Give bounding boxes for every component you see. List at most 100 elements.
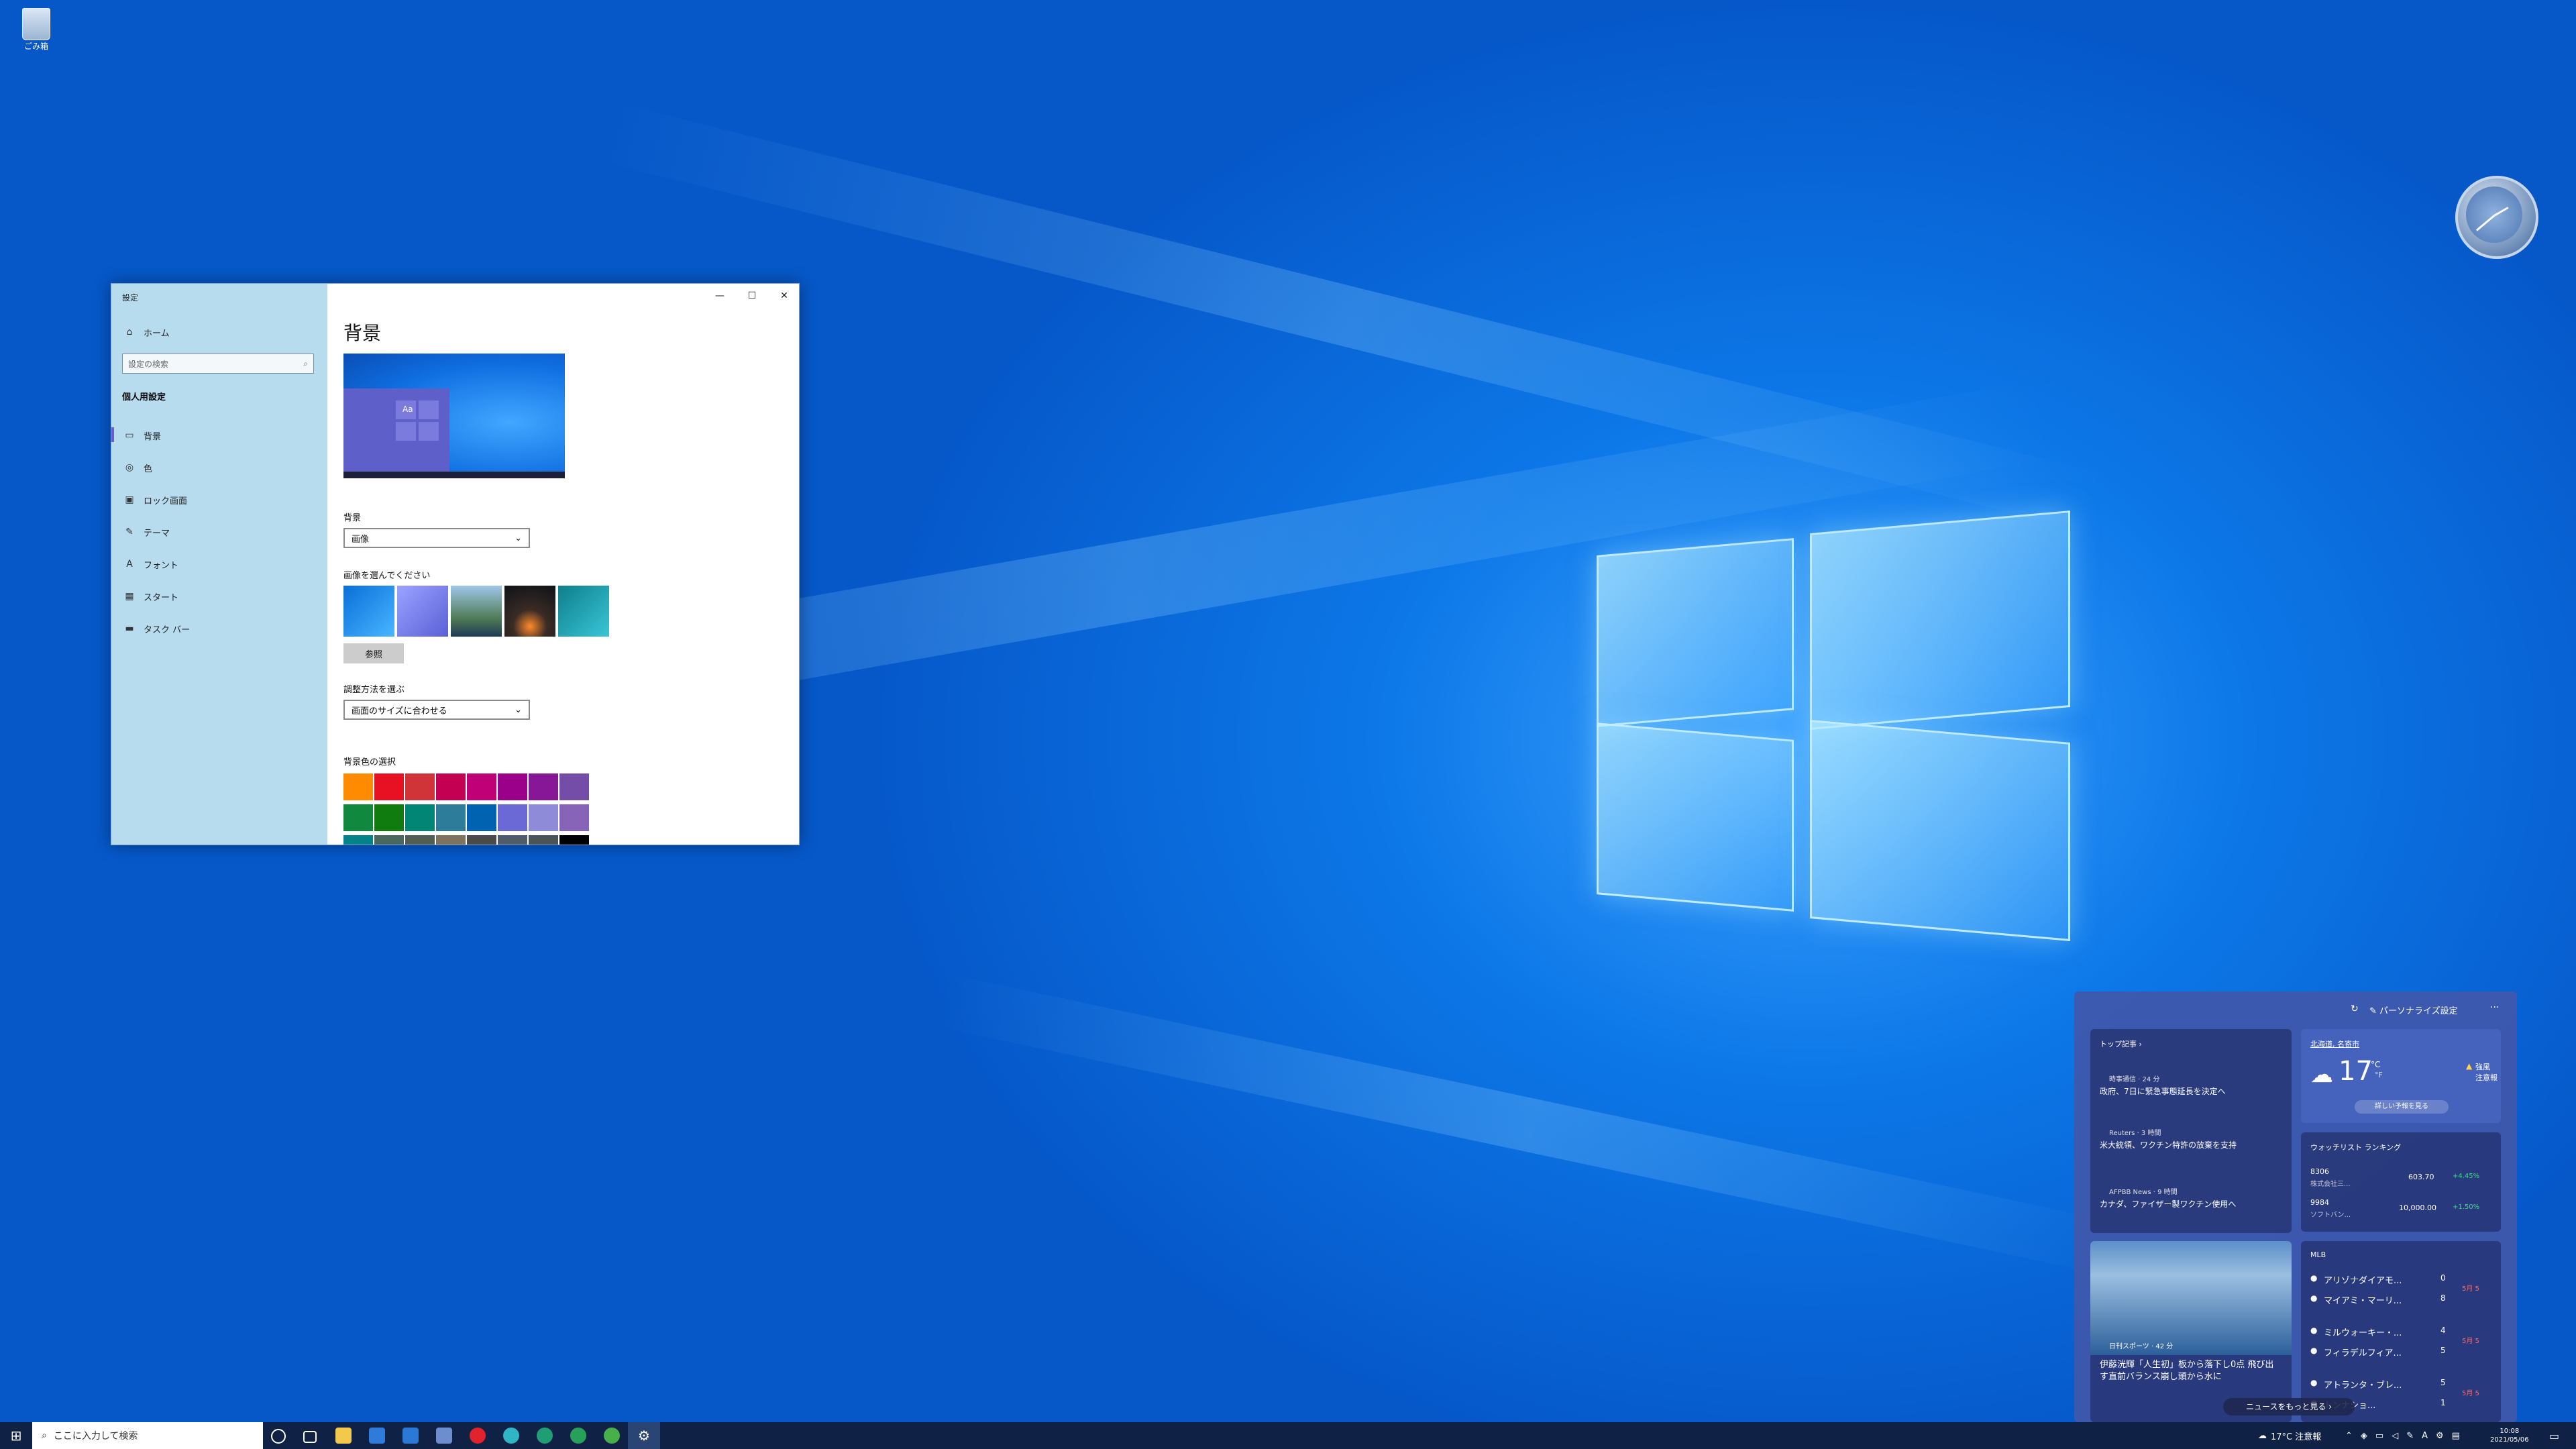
preview-aa-label: Aa: [402, 405, 413, 414]
picture-thumb-3[interactable]: [451, 586, 502, 637]
start-button[interactable]: ⊞: [0, 1422, 32, 1449]
color-swatch[interactable]: [467, 804, 496, 831]
color-swatch[interactable]: [405, 773, 435, 800]
preview-taskbar: [343, 472, 565, 478]
clock-gadget[interactable]: [2455, 176, 2538, 259]
taskbar-search-input[interactable]: ⌕ ここに入力して検索: [32, 1422, 263, 1449]
mail-icon[interactable]: [402, 1428, 419, 1444]
color-swatch[interactable]: [343, 804, 373, 831]
recycle-bin[interactable]: ごみ箱: [16, 8, 56, 52]
team-score: 0: [2440, 1273, 2446, 1283]
settings-icon[interactable]: ⚙: [2436, 1431, 2444, 1441]
color-swatch[interactable]: [467, 835, 496, 845]
color-swatch[interactable]: [343, 835, 373, 845]
weather-location[interactable]: 北海道, 名寄市: [2310, 1038, 2359, 1049]
team-logo-icon: ●: [2310, 1326, 2318, 1335]
picture-thumb-4[interactable]: [504, 586, 555, 637]
forecast-button[interactable]: 詳しい予報を見る: [2355, 1100, 2449, 1114]
clock-face: [2466, 186, 2522, 243]
weather-unit[interactable]: °C: [2371, 1060, 2380, 1069]
edge-icon[interactable]: [503, 1428, 519, 1444]
sidebar-item-start[interactable]: ▦ スタート: [123, 584, 178, 608]
store-icon[interactable]: [369, 1428, 385, 1444]
color-swatch[interactable]: [529, 835, 558, 845]
sidebar-item-fonts[interactable]: A フォント: [123, 552, 178, 576]
color-swatch[interactable]: [498, 835, 527, 845]
color-swatch[interactable]: [498, 773, 527, 800]
edge-dev-icon[interactable]: [570, 1428, 586, 1444]
clock-tray[interactable]: 10:08 2021/05/06: [2490, 1422, 2529, 1449]
watchlist-title: ウォッチリスト ランキング: [2310, 1143, 2402, 1152]
more-options-icon[interactable]: ···: [2490, 1002, 2499, 1013]
opera-icon[interactable]: [470, 1428, 486, 1444]
volume-icon[interactable]: ◁: [2392, 1431, 2398, 1441]
color-swatch[interactable]: [343, 773, 373, 800]
story-headline[interactable]: 米大統領、ワクチン特許の放棄を支持: [2100, 1139, 2281, 1150]
color-swatch[interactable]: [559, 773, 589, 800]
pen-icon[interactable]: ✎: [2406, 1431, 2414, 1441]
maximize-button[interactable]: ☐: [737, 288, 767, 304]
color-swatch[interactable]: [405, 835, 435, 845]
ime-icon[interactable]: A: [2422, 1431, 2428, 1441]
chevron-up-icon[interactable]: ⌃: [2345, 1431, 2353, 1441]
color-swatch[interactable]: [529, 773, 558, 800]
notification-icon[interactable]: ▭: [2549, 1422, 2559, 1449]
weather-temp: 17: [2339, 1056, 2373, 1087]
minimize-button[interactable]: —: [705, 288, 735, 304]
color-swatch[interactable]: [436, 773, 466, 800]
cortana-icon[interactable]: [271, 1429, 286, 1444]
edge-beta-icon[interactable]: [537, 1428, 553, 1444]
news-panel: ↻ ✎ パーソナライズ設定 ··· トップ記事 › 時事通信 · 24 分 政府…: [2074, 991, 2517, 1422]
photo-story-card[interactable]: 日刊スポーツ · 42 分 伊藤洸輝「人生初」板から落下し0点 飛び出す直前バラ…: [2090, 1241, 2292, 1422]
weather-unit-alt[interactable]: °F: [2375, 1071, 2383, 1079]
recycle-bin-icon: [22, 8, 50, 40]
mlb-card: MLB ● アリゾナダイアモ... 0 ● マイアミ・マーリ... 8 5月 5 ● ミルウォー…: [2301, 1241, 2501, 1422]
close-button[interactable]: ✕: [769, 288, 799, 304]
team-score: 5: [2440, 1346, 2446, 1355]
network-icon[interactable]: ▭: [2375, 1431, 2383, 1441]
sidebar-item-label: テーマ: [144, 528, 170, 539]
edge-canary-icon[interactable]: [604, 1428, 620, 1444]
input-icon[interactable]: ▤: [2452, 1431, 2460, 1441]
color-swatch[interactable]: [374, 835, 404, 845]
sidebar-item-taskbar[interactable]: ▬ タスク バー: [123, 616, 190, 641]
weather-tray[interactable]: ☁ 17°C 注意報: [2258, 1422, 2321, 1449]
settings-search-input[interactable]: 設定の検索 ⌕: [122, 354, 314, 374]
color-swatch[interactable]: [405, 804, 435, 831]
picture-thumb-1[interactable]: [343, 586, 394, 637]
color-swatch[interactable]: [559, 835, 589, 845]
browse-button[interactable]: 参照: [343, 643, 404, 663]
background-type-dropdown[interactable]: 画像 ⌄: [343, 528, 530, 548]
color-swatch[interactable]: [436, 835, 466, 845]
more-news-button[interactable]: ニュースをもっと見る ›: [2223, 1398, 2355, 1415]
file-explorer-icon[interactable]: [335, 1428, 352, 1444]
game-status: 5月 5: [2462, 1390, 2479, 1397]
sidebar-item-lockscreen[interactable]: ▣ ロック画面: [123, 488, 187, 512]
picture-thumb-2[interactable]: [397, 586, 448, 637]
color-swatch[interactable]: [467, 773, 496, 800]
refresh-icon[interactable]: ↻: [2351, 1004, 2359, 1014]
sidebar-item-background[interactable]: ▭ 背景: [123, 423, 161, 447]
picture-thumb-5[interactable]: [558, 586, 609, 637]
color-swatch[interactable]: [498, 804, 527, 831]
task-view-icon[interactable]: [303, 1431, 317, 1443]
sidebar-item-themes[interactable]: ✎ テーマ: [123, 520, 170, 544]
settings-taskbar-button[interactable]: ⚙: [628, 1422, 660, 1449]
app-icon[interactable]: [436, 1428, 452, 1444]
color-swatch[interactable]: [559, 804, 589, 831]
color-swatch[interactable]: [436, 804, 466, 831]
personalize-link[interactable]: ✎ パーソナライズ設定: [2369, 1004, 2458, 1016]
color-swatch[interactable]: [374, 804, 404, 831]
sidebar-item-label: スタート: [144, 592, 179, 603]
fit-dropdown[interactable]: 画面のサイズに合わせる ⌄: [343, 700, 530, 720]
security-icon[interactable]: ◈: [2361, 1431, 2367, 1441]
story-headline[interactable]: 政府、7日に緊急事態延長を決定へ: [2100, 1085, 2281, 1097]
sidebar-home[interactable]: ⌂ ホーム: [123, 320, 170, 344]
color-swatch[interactable]: [374, 773, 404, 800]
color-swatch[interactable]: [529, 804, 558, 831]
sidebar-item-colors[interactable]: ◎ 色: [123, 455, 152, 480]
weather-card[interactable]: 北海道, 名寄市 ☁ 17 °C °F ▲ 強風 注意報 詳しい予報を見る: [2301, 1029, 2501, 1123]
story-headline[interactable]: カナダ、ファイザー製ワクチン使用へ: [2100, 1198, 2281, 1210]
picture-icon: ▭: [125, 430, 134, 441]
top-stories-title[interactable]: トップ記事 ›: [2100, 1038, 2142, 1049]
